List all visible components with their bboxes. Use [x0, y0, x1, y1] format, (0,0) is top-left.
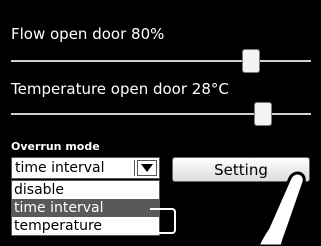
chevron-down-icon[interactable] [137, 160, 157, 176]
overrun-mode-select[interactable]: time interval [11, 157, 160, 179]
dropdown-option-disable[interactable]: disable [12, 181, 159, 199]
select-divider [134, 160, 135, 176]
overrun-mode-dropdown-list: disable time interval temperature [11, 180, 160, 236]
temperature-slider-thumb[interactable] [254, 102, 272, 126]
flow-slider-thumb[interactable] [242, 49, 260, 73]
dropdown-option-temperature[interactable]: temperature [12, 217, 159, 235]
partially-hidden-button-frame [150, 208, 176, 234]
settings-screen: Flow open door 80% Temperature open door… [0, 0, 321, 246]
overrun-mode-selected-value: time interval [15, 160, 105, 176]
temperature-open-door-label: Temperature open door 28°C [11, 80, 229, 98]
hand-pointer-icon [256, 171, 320, 246]
flow-slider[interactable] [11, 49, 311, 73]
flow-slider-track[interactable] [11, 60, 311, 62]
dropdown-option-time-interval[interactable]: time interval [12, 199, 159, 217]
flow-open-door-label: Flow open door 80% [11, 25, 165, 43]
overrun-mode-label: Overrun mode [11, 140, 100, 153]
temperature-slider[interactable] [11, 102, 311, 126]
